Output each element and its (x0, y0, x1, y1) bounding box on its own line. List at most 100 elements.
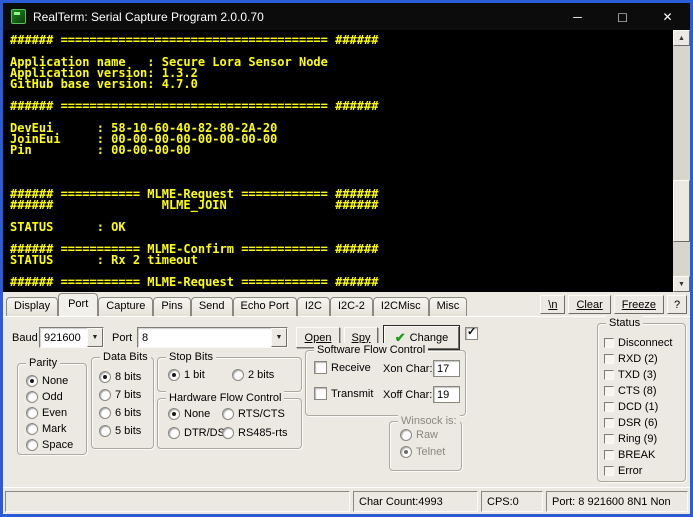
tab-i2c[interactable]: I2C (297, 297, 330, 316)
radio-icon (222, 427, 234, 439)
radio-icon (400, 429, 412, 441)
winsock-group: Winsock is: Raw Telnet (389, 421, 462, 471)
scroll-down-button[interactable]: ▼ (673, 276, 690, 292)
xoff-char-label: Xoff Char: (383, 389, 432, 401)
radio-icon (168, 427, 180, 439)
freeze-button[interactable]: Freeze (614, 295, 664, 314)
option-label: 7 bits (115, 389, 141, 401)
radio-icon (26, 407, 38, 419)
tab-send[interactable]: Send (191, 297, 233, 316)
realterm-window: RealTerm: Serial Capture Program 2.0.0.7… (0, 0, 693, 517)
tab-pins[interactable]: Pins (153, 297, 190, 316)
tab-misc[interactable]: Misc (429, 297, 468, 316)
tab-actions: \n Clear Freeze ? (540, 295, 687, 316)
status-item-dcd: DCD (1) (604, 401, 658, 413)
option-label: Odd (42, 391, 63, 403)
data-bits-group-title: Data Bits (100, 350, 151, 364)
port-tab-page: Baud 921600 ▼ Port 8 ▼ Open Spy ✔ Change… (3, 316, 690, 487)
hw-flow-radio-rs485[interactable]: RS485-rts (222, 427, 288, 439)
checkbox-check-icon: ✓ (467, 326, 476, 339)
baud-combobox[interactable]: 921600 ▼ (39, 327, 104, 348)
tab-i2c-2[interactable]: I2C-2 (330, 297, 373, 316)
scroll-thumb[interactable] (673, 180, 690, 242)
tab-display[interactable]: Display (6, 297, 58, 316)
close-button[interactable]: ✕ (645, 3, 690, 30)
radio-icon (222, 408, 234, 420)
data-bits-radio-5[interactable]: 5 bits (99, 425, 141, 437)
status-item-label: CTS (8) (618, 385, 657, 397)
parity-radio-even[interactable]: Even (26, 407, 67, 419)
status-item-label: Error (618, 465, 642, 477)
hw-flow-radio-none[interactable]: None (168, 408, 210, 420)
spy-button-label: Spy (352, 332, 371, 344)
data-bits-radio-8[interactable]: 8 bits (99, 371, 141, 383)
checkbox-icon (314, 361, 327, 374)
port-dropdown-icon[interactable]: ▼ (271, 328, 287, 347)
statusbar-char-count: Char Count:4993 (353, 491, 478, 512)
change-button-label: Change (410, 332, 449, 344)
terminal-scrollbar[interactable]: ▲ ▼ (673, 30, 690, 292)
hardware-flow-group: Hardware Flow Control None RTS/CTS DTR/D… (157, 398, 302, 449)
status-item-label: DCD (1) (618, 401, 658, 413)
radio-icon (232, 369, 244, 381)
xon-char-input[interactable] (433, 360, 460, 377)
winsock-radio-raw[interactable]: Raw (400, 429, 438, 441)
status-group-title: Status (606, 316, 643, 330)
hw-flow-radio-rtscts[interactable]: RTS/CTS (222, 408, 285, 420)
option-label: 1 bit (184, 369, 205, 381)
tab-capture[interactable]: Capture (98, 297, 153, 316)
hardware-flow-group-title: Hardware Flow Control (166, 391, 284, 405)
option-label: None (42, 375, 68, 387)
software-flow-group-title: Software Flow Control (314, 343, 428, 357)
app-icon (11, 9, 26, 24)
cts-led-icon (604, 386, 614, 396)
radio-icon (99, 371, 111, 383)
clear-button[interactable]: Clear (568, 295, 610, 314)
data-bits-radio-6[interactable]: 6 bits (99, 407, 141, 419)
radio-icon (168, 408, 180, 420)
option-label: 8 bits (115, 371, 141, 383)
stop-bits-radio-1[interactable]: 1 bit (168, 369, 205, 381)
option-label: 2 bits (248, 369, 274, 381)
xoff-char-input[interactable] (433, 386, 460, 403)
close-icon: ✕ (662, 10, 672, 24)
baud-dropdown-icon[interactable]: ▼ (87, 328, 103, 347)
break-led-icon (604, 450, 614, 460)
transmit-checkbox[interactable]: Transmit (314, 387, 373, 400)
tab-i2cmisc[interactable]: I2CMisc (373, 297, 429, 316)
maximize-button[interactable]: □ (600, 3, 645, 30)
receive-checkbox[interactable]: Receive (314, 361, 371, 374)
port-value: 8 (138, 332, 271, 344)
status-item-label: Ring (9) (618, 433, 657, 445)
help-button[interactable]: ? (667, 295, 687, 314)
newline-button[interactable]: \n (540, 295, 565, 314)
window-controls: ─ □ ✕ (555, 3, 690, 30)
scroll-up-button[interactable]: ▲ (673, 30, 690, 46)
parity-radio-space[interactable]: Space (26, 439, 73, 451)
parity-radio-none[interactable]: None (26, 375, 68, 387)
parity-radio-odd[interactable]: Odd (26, 391, 63, 403)
terminal-view[interactable]: ###### =================================… (3, 30, 690, 292)
winsock-radio-telnet[interactable]: Telnet (400, 446, 445, 458)
tab-echo-port[interactable]: Echo Port (233, 297, 297, 316)
status-item-disconnect: Disconnect (604, 337, 672, 349)
parity-radio-mark[interactable]: Mark (26, 423, 66, 435)
error-led-icon (604, 466, 614, 476)
stop-bits-radio-2[interactable]: 2 bits (232, 369, 274, 381)
change-checkbox[interactable]: ✓ (465, 327, 478, 340)
xon-char-label: Xon Char: (383, 363, 433, 375)
radio-icon (26, 423, 38, 435)
status-bar: Char Count:4993 CPS:0 Port: 8 921600 8N1… (3, 487, 690, 514)
status-item-ring: Ring (9) (604, 433, 657, 445)
option-label: Receive (331, 362, 371, 374)
tab-port[interactable]: Port (58, 293, 98, 316)
minimize-button[interactable]: ─ (555, 3, 600, 30)
data-bits-radio-7[interactable]: 7 bits (99, 389, 141, 401)
open-button-label: Open (305, 332, 332, 344)
titlebar[interactable]: RealTerm: Serial Capture Program 2.0.0.7… (3, 3, 690, 30)
port-combobox[interactable]: 8 ▼ (137, 327, 288, 348)
option-label: Mark (42, 423, 66, 435)
software-flow-group: Software Flow Control Receive Xon Char: … (305, 350, 466, 416)
status-item-txd: TXD (3) (604, 369, 657, 381)
winsock-group-title: Winsock is: (398, 414, 460, 428)
